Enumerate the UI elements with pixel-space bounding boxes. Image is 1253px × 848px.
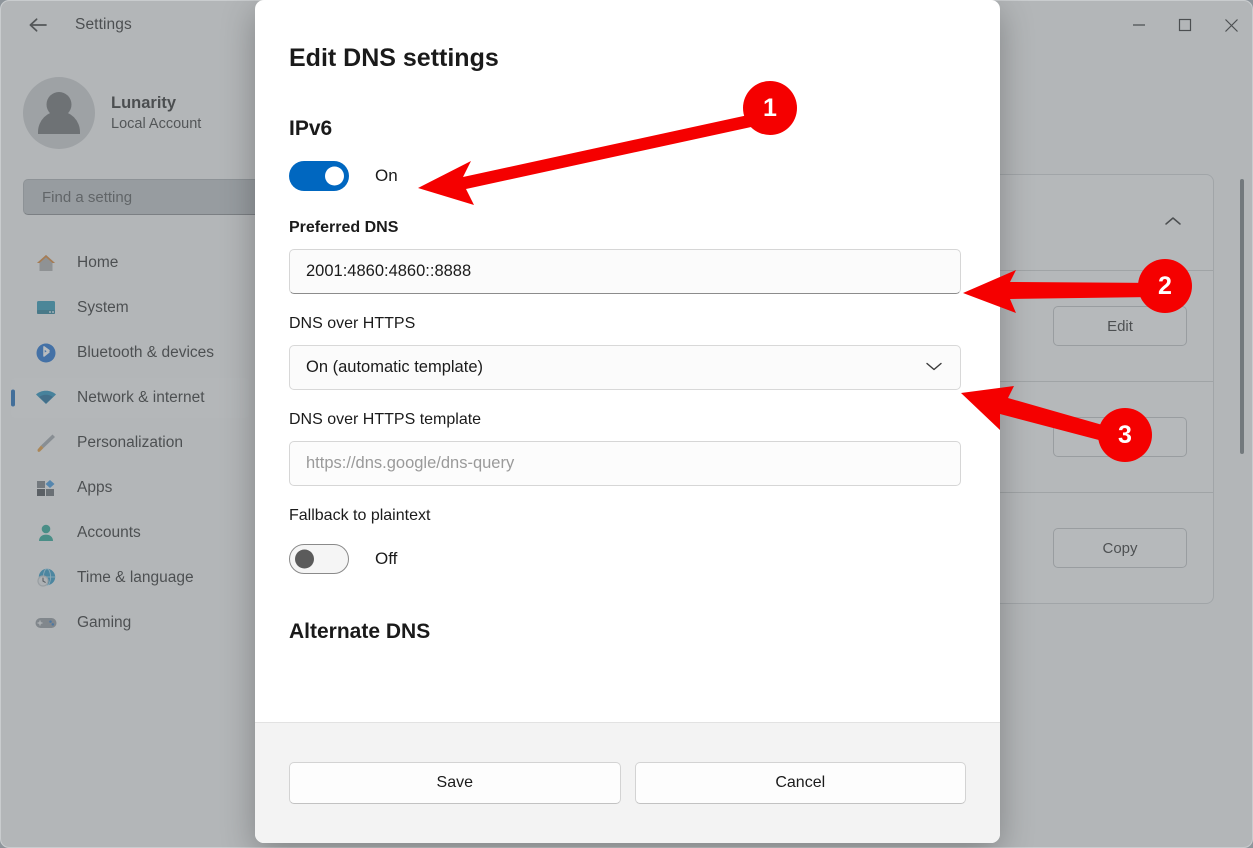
account-name: Lunarity [111, 93, 201, 114]
sidebar-item-accounts[interactable]: Accounts [11, 513, 249, 553]
sidebar-item-label: Home [77, 254, 118, 272]
ipv6-toggle-row: On [289, 161, 966, 191]
system-monitor-icon [33, 296, 59, 320]
window-title: Settings [75, 16, 132, 34]
fallback-to-plaintext-toggle[interactable] [289, 544, 349, 574]
toggle-knob [325, 167, 344, 186]
screen-root: Settings [0, 0, 1253, 848]
back-button[interactable] [19, 9, 57, 41]
back-arrow-icon [27, 16, 49, 34]
avatar [23, 77, 95, 149]
doh-template-label: DNS over HTTPS template [289, 411, 966, 429]
vertical-scrollbar[interactable] [1240, 179, 1244, 454]
sidebar-item-label: Gaming [77, 614, 131, 632]
dns-over-https-label: DNS over HTTPS [289, 315, 966, 333]
sidebar-item-system[interactable]: System [11, 288, 249, 328]
ipv6-section-title: IPv6 [289, 117, 966, 141]
sidebar-item-label: Bluetooth & devices [77, 344, 214, 362]
clock-globe-icon [33, 566, 59, 590]
dialog-footer: Save Cancel [255, 722, 1000, 843]
doh-template-placeholder: https://dns.google/dns-query [306, 454, 514, 473]
sidebar-item-bluetooth[interactable]: Bluetooth & devices [11, 333, 249, 373]
maximize-button[interactable] [1162, 1, 1208, 49]
doh-template-input[interactable]: https://dns.google/dns-query [289, 441, 961, 486]
wifi-icon [33, 386, 59, 410]
save-button[interactable]: Save [289, 762, 621, 804]
fallback-to-plaintext-label: Fallback to plaintext [289, 507, 966, 525]
edit-button[interactable]: Edit [1053, 306, 1187, 346]
sidebar-item-label: Personalization [77, 434, 183, 452]
sidebar-nav: Home System [1, 243, 259, 643]
sidebar-item-label: Accounts [77, 524, 141, 542]
sidebar: Lunarity Local Account Find a setting Ho… [1, 49, 259, 847]
account-type: Local Account [111, 115, 201, 133]
sidebar-item-label: Network & internet [77, 389, 205, 407]
copy-button[interactable]: Copy [1053, 528, 1187, 568]
dns-over-https-value: On (automatic template) [306, 358, 483, 377]
apps-icon [33, 476, 59, 500]
gamepad-icon [33, 611, 59, 635]
home-icon [33, 251, 59, 275]
preferred-dns-input[interactable]: 2001:4860:4860::8888 [289, 249, 961, 294]
toggle-knob [295, 550, 314, 569]
avatar-body [38, 111, 80, 134]
dns-over-https-dropdown[interactable]: On (automatic template) [289, 345, 961, 390]
minimize-button[interactable] [1116, 1, 1162, 49]
sidebar-item-gaming[interactable]: Gaming [11, 603, 249, 643]
minimize-icon [1132, 18, 1146, 32]
paintbrush-icon [33, 431, 59, 455]
edit-button[interactable]: Edit [1053, 417, 1187, 457]
preferred-dns-value: 2001:4860:4860::8888 [306, 262, 471, 281]
chevron-down-icon [924, 358, 944, 377]
sidebar-item-label: Apps [77, 479, 112, 497]
chevron-up-icon[interactable] [1163, 214, 1183, 232]
sidebar-item-label: System [77, 299, 129, 317]
accounts-person-icon [33, 521, 59, 545]
dialog-title: Edit DNS settings [289, 0, 966, 73]
sidebar-item-time-language[interactable]: Time & language [11, 558, 249, 598]
close-button[interactable] [1208, 1, 1253, 49]
maximize-icon [1178, 18, 1192, 32]
search-placeholder: Find a setting [42, 189, 132, 206]
close-icon [1224, 18, 1239, 33]
edit-dns-settings-dialog: Edit DNS settings IPv6 On Preferred DNS … [255, 0, 1000, 843]
fallback-toggle-state: Off [375, 549, 397, 569]
account-block[interactable]: Lunarity Local Account [1, 49, 259, 149]
preferred-dns-label: Preferred DNS [289, 219, 966, 237]
sidebar-item-label: Time & language [77, 569, 194, 587]
sidebar-item-personalization[interactable]: Personalization [11, 423, 249, 463]
sidebar-item-network-internet[interactable]: Network & internet [11, 378, 249, 418]
fallback-toggle-row: Off [289, 544, 966, 574]
dialog-body: Edit DNS settings IPv6 On Preferred DNS … [255, 0, 1000, 722]
search-input[interactable]: Find a setting [23, 179, 281, 215]
account-text: Lunarity Local Account [111, 93, 201, 134]
sidebar-item-apps[interactable]: Apps [11, 468, 249, 508]
ipv6-toggle[interactable] [289, 161, 349, 191]
cancel-button[interactable]: Cancel [635, 762, 967, 804]
ipv6-toggle-state: On [375, 166, 398, 186]
caption-buttons [1116, 1, 1253, 49]
sidebar-item-home[interactable]: Home [11, 243, 249, 283]
bluetooth-icon [33, 341, 59, 365]
alternate-dns-section-title: Alternate DNS [289, 620, 966, 644]
